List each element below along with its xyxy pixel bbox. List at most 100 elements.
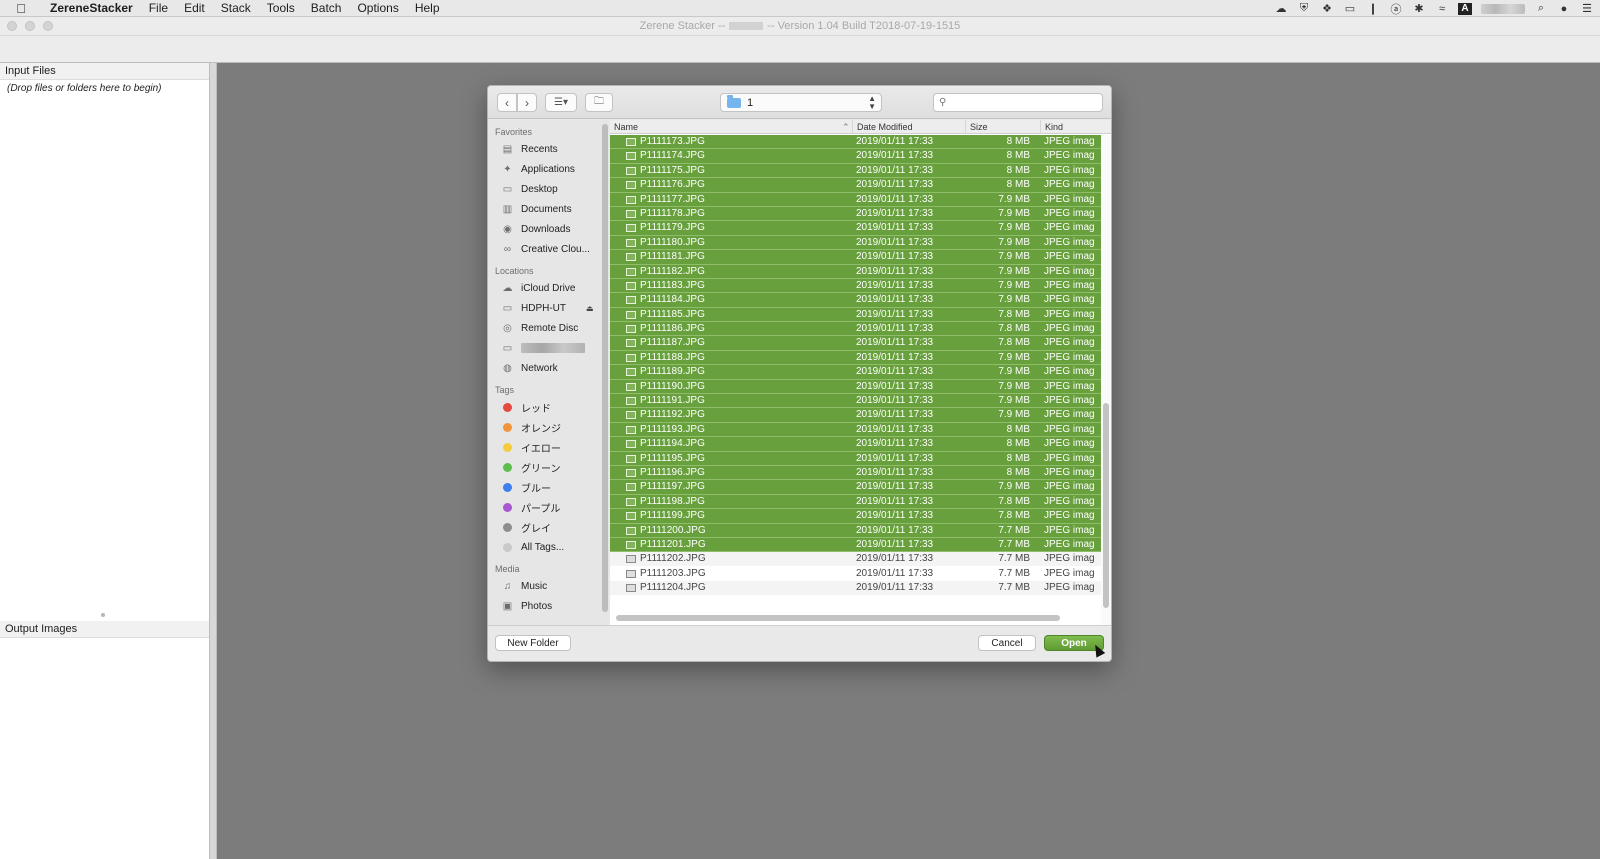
sidebar-item-all-tags--tag[interactable]: All Tags... [488,537,601,557]
sidebar-item-network[interactable]: ◍ Network [488,358,601,378]
file-row[interactable]: P1111187.JPG 2019/01/11 17:33 7.8 MB JPEG i… [610,336,1101,351]
file-row[interactable]: P1111189.JPG 2019/01/11 17:33 7.9 MB JPEG i… [610,365,1101,380]
sidebar-item-downloads[interactable]: ◉ Downloads [488,219,601,239]
menu-help[interactable]: Help [407,0,448,17]
sidebar-item-documents[interactable]: ▥ Documents [488,199,601,219]
sidebar-item---tag[interactable]: グレイ [488,517,601,537]
sidebar-item-creative-clou-[interactable]: ∞ Creative Clou... [488,239,601,259]
redacted-user-name[interactable] [1481,3,1525,14]
sidebar-item---tag[interactable]: レッド [488,397,601,417]
sidebar-item-recents[interactable]: ▤ Recents [488,139,601,159]
column-name[interactable]: Name [610,120,856,134]
sidebar-item-hdph-ut[interactable]: ▭ HDPH-UT ⏏ [488,298,601,318]
eject-icon[interactable]: ⏏ [586,304,594,313]
column-size[interactable]: Size [965,120,1039,134]
file-row[interactable]: P1111196.JPG 2019/01/11 17:33 8 MB JPEG ima… [610,465,1101,481]
menu-tools[interactable]: Tools [259,0,303,17]
menu-batch[interactable]: Batch [303,0,350,17]
file-row[interactable]: P1111181.JPG 2019/01/11 17:33 7.9 MB JPEG i… [610,250,1101,265]
back-button[interactable]: ‹ [497,93,517,112]
wifi-icon[interactable]: ≈ [1435,3,1449,15]
shield-icon[interactable]: ⛨ [1297,2,1311,15]
file-row[interactable]: P1111204.JPG 2019/01/11 17:33 7.7 MB JPEG i… [610,581,1101,596]
list-view-icon: ☰▾ [554,97,568,108]
file-row[interactable]: P1111191.JPG 2019/01/11 17:33 7.9 MB JPEG i… [610,394,1101,409]
file-row[interactable]: P1111185.JPG 2019/01/11 17:33 7.8 MB JPEG i… [610,307,1101,323]
file-row[interactable]: P1111178.JPG 2019/01/11 17:33 7.9 MB JPEG i… [610,206,1101,222]
split-handle[interactable] [101,613,105,617]
search-box[interactable]: ⚲ [933,93,1103,112]
sidebar-item---tag[interactable]: オレンジ [488,417,601,437]
file-row[interactable]: P1111193.JPG 2019/01/11 17:33 8 MB JPEG ima… [610,422,1101,438]
sidebar-item-icloud-drive[interactable]: ☁ iCloud Drive [488,278,601,298]
panel-divider[interactable] [210,63,217,859]
file-row[interactable]: P1111173.JPG 2019/01/11 17:33 8 MB JPEG ima… [610,135,1101,150]
file-row[interactable]: P1111192.JPG 2019/01/11 17:33 7.9 MB JPEG i… [610,408,1101,423]
file-list-horizontal-scrollbar[interactable] [616,615,1060,621]
file-row[interactable]: P1111183.JPG 2019/01/11 17:33 7.9 MB JPEG i… [610,278,1101,294]
file-list-vertical-scrollbar[interactable] [1101,135,1111,625]
cancel-button[interactable]: Cancel [978,635,1036,651]
file-row[interactable]: P1111195.JPG 2019/01/11 17:33 8 MB JPEG ima… [610,451,1101,466]
drop-hint[interactable]: (Drop files or folders here to begin) [0,80,209,97]
file-row[interactable]: P1111177.JPG 2019/01/11 17:33 7.9 MB JPEG i… [610,192,1101,207]
sidebar-item-applications[interactable]: ✦ Applications [488,159,601,179]
sidebar-scroll-thumb[interactable] [602,124,608,612]
input-method-icon[interactable]: A [1458,2,1472,15]
microphone-icon[interactable]: ❙ [1366,3,1380,15]
new-folder-button[interactable]: New Folder [495,635,571,651]
file-row[interactable]: P1111198.JPG 2019/01/11 17:33 7.8 MB JPEG i… [610,494,1101,510]
file-row[interactable]: P1111202.JPG 2019/01/11 17:33 7.7 MB JPEG i… [610,552,1101,567]
file-list-scroll-thumb[interactable] [1103,403,1109,608]
sidebar-item-remote-disc[interactable]: ◎ Remote Disc [488,318,601,338]
menu-edit[interactable]: Edit [176,0,213,17]
file-row[interactable]: P1111190.JPG 2019/01/11 17:33 7.9 MB JPEG i… [610,379,1101,395]
siri-icon[interactable]: ● [1557,3,1571,15]
file-row[interactable]: P1111175.JPG 2019/01/11 17:33 8 MB JPEG ima… [610,163,1101,179]
sidebar-item---tag[interactable]: ブルー [488,477,601,497]
column-kind[interactable]: Kind [1040,120,1111,134]
file-row[interactable]: P1111176.JPG 2019/01/11 17:33 8 MB JPEG ima… [610,178,1101,193]
sidebar-item-computer[interactable]: ▭ [488,338,601,358]
sidebar-item-music[interactable]: ♫ Music [488,576,601,596]
menu-app-name[interactable]: ZereneStacker [42,0,141,17]
search-input[interactable] [950,96,1102,109]
forward-button[interactable]: › [517,93,537,112]
image-file-icon [626,440,636,449]
sidebar-item---tag[interactable]: パープル [488,497,601,517]
sidebar-item-desktop[interactable]: ▭ Desktop [488,179,601,199]
file-row[interactable]: P1111194.JPG 2019/01/11 17:33 8 MB JPEG ima… [610,437,1101,452]
bluetooth-icon[interactable]: ✱ [1412,3,1426,15]
menu-stack[interactable]: Stack [213,0,259,17]
sidebar-item-photos[interactable]: ▣ Photos [488,596,601,616]
file-row[interactable]: P1111182.JPG 2019/01/11 17:33 7.9 MB JPEG i… [610,264,1101,279]
display-icon[interactable]: ▭ [1343,3,1357,15]
file-row[interactable]: P1111188.JPG 2019/01/11 17:33 7.9 MB JPEG i… [610,350,1101,366]
location-popup[interactable]: 1 ▲ ▼ [720,93,882,112]
view-options-button[interactable]: ☰▾ [545,93,577,112]
file-row[interactable]: P1111197.JPG 2019/01/11 17:33 7.9 MB JPEG i… [610,480,1101,495]
file-row[interactable]: P1111174.JPG 2019/01/11 17:33 8 MB JPEG ima… [610,149,1101,164]
notification-center-icon[interactable]: ☰ [1580,3,1594,15]
file-row[interactable]: P1111200.JPG 2019/01/11 17:33 7.7 MB JPEG i… [610,523,1101,538]
sidebar-item---tag[interactable]: グリーン [488,457,601,477]
image-file-icon [626,368,636,377]
file-row[interactable]: P1111201.JPG 2019/01/11 17:33 7.7 MB JPEG i… [610,537,1101,553]
apple-menu-icon[interactable]:  [0,1,42,16]
spotlight-icon[interactable]: ⌕ [1534,2,1548,15]
file-row[interactable]: P1111179.JPG 2019/01/11 17:33 7.9 MB JPEG i… [610,221,1101,236]
accessibility-icon[interactable]: ⓐ [1389,3,1403,16]
file-row[interactable]: P1111199.JPG 2019/01/11 17:33 7.8 MB JPEG i… [610,509,1101,524]
group-button[interactable]: 🗀 [585,93,613,112]
sidebar-scrollbar[interactable] [601,120,609,625]
file-row[interactable]: P1111203.JPG 2019/01/11 17:33 7.7 MB JPEG i… [610,567,1101,582]
sidebar-item---tag[interactable]: イエロー [488,437,601,457]
menu-options[interactable]: Options [349,0,406,17]
file-row[interactable]: P1111186.JPG 2019/01/11 17:33 7.8 MB JPEG i… [610,322,1101,337]
cloud-icon[interactable]: ☁ [1274,3,1288,15]
dropbox-icon[interactable]: ❖ [1320,3,1334,15]
menu-file[interactable]: File [141,0,176,17]
column-date-modified[interactable]: Date Modified [852,120,964,134]
file-row[interactable]: P1111180.JPG 2019/01/11 17:33 7.9 MB JPEG i… [610,235,1101,251]
file-row[interactable]: P1111184.JPG 2019/01/11 17:33 7.9 MB JPEG i… [610,293,1101,308]
